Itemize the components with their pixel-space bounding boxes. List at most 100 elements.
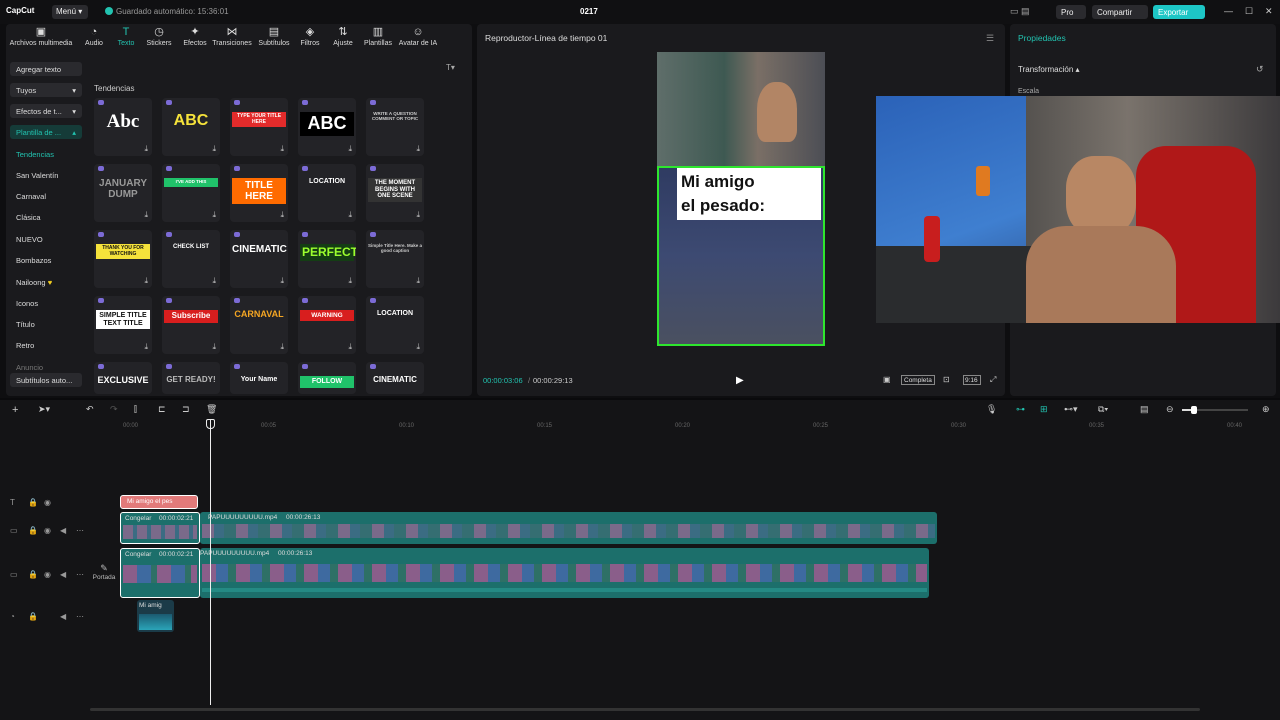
- text-template-tile[interactable]: Your Name: [230, 362, 288, 394]
- tab-stickers[interactable]: ◷ Stickers: [142, 26, 176, 47]
- more-icon[interactable]: ⋯: [76, 570, 84, 579]
- download-icon[interactable]: ⤓: [212, 276, 216, 286]
- export-button[interactable]: Exportar: [1153, 5, 1205, 19]
- sidebar-item-hits[interactable]: Bombazos: [10, 253, 82, 267]
- text-template-tile[interactable]: CINEMATIC: [366, 362, 424, 394]
- sidebar-item-nailoong[interactable]: Nailoong ♥: [10, 275, 82, 289]
- audio-mute-icon[interactable]: ◀: [60, 526, 66, 535]
- tab-text[interactable]: T Texto: [112, 26, 140, 47]
- transform-section[interactable]: Transformación ▴: [1018, 65, 1080, 74]
- split-icon[interactable]: ⫿: [134, 404, 137, 415]
- crop-icon[interactable]: ▣: [883, 375, 891, 384]
- tab-media[interactable]: ▣ Archivos multimedia: [8, 26, 74, 47]
- sidebar-item-valentine[interactable]: San Valentín: [10, 168, 82, 182]
- caption-toggle-icon[interactable]: ▤: [1140, 404, 1149, 415]
- sidebar-item-carnival[interactable]: Carnaval: [10, 189, 82, 203]
- text-template-tile[interactable]: THANK YOU FOR WATCHING ⤓: [94, 230, 152, 288]
- freeze-clip-2[interactable]: Congelar 00:00:02:21: [120, 548, 200, 598]
- audio-mute-icon[interactable]: ◀: [60, 612, 66, 621]
- video-frame[interactable]: Mi amigo el pesado:: [657, 52, 825, 346]
- download-icon[interactable]: ⤓: [280, 342, 284, 352]
- eye-icon[interactable]: ◉: [44, 526, 51, 535]
- text-template-tile[interactable]: TYPE YOUR TITLE HERE ⤓: [230, 98, 288, 156]
- ratio-button[interactable]: Completa: [901, 375, 935, 385]
- text-template-tile[interactable]: CHECK LIST ⤓: [162, 230, 220, 288]
- eye-icon[interactable]: ◉: [44, 570, 51, 579]
- sidebar-item-icons[interactable]: Iconos: [10, 296, 82, 310]
- sidebar-item-title[interactable]: Título: [10, 317, 82, 331]
- sidebar-item-classic[interactable]: Clásica: [10, 210, 82, 224]
- play-icon[interactable]: ▶: [736, 375, 744, 386]
- download-icon[interactable]: ⤓: [348, 276, 352, 286]
- lock-icon[interactable]: 🔒: [28, 498, 38, 507]
- lock-icon[interactable]: 🔒: [28, 526, 38, 535]
- minimize-icon[interactable]: —: [1224, 6, 1233, 16]
- download-icon[interactable]: ⤓: [348, 342, 352, 352]
- download-icon[interactable]: ⤓: [348, 144, 352, 154]
- text-template-tile[interactable]: ABC ⤓: [162, 98, 220, 156]
- text-template-tile[interactable]: I'VE ADD THIS ⤓: [162, 164, 220, 222]
- eye-icon[interactable]: ◉: [44, 498, 51, 507]
- text-template-tile[interactable]: EXCLUSIVE: [94, 362, 152, 394]
- trim-left-icon[interactable]: ⊏: [158, 404, 166, 415]
- sidebar-item-templates[interactable]: Plantilla de ... ▴: [10, 125, 82, 139]
- more-icon[interactable]: ⋯: [76, 526, 84, 535]
- text-template-tile[interactable]: WRITE A QUESTION COMMENT OR TOPIC ⤓: [366, 98, 424, 156]
- text-clip[interactable]: Mi amigo el pes: [120, 495, 198, 509]
- lock-icon[interactable]: 🔒: [28, 612, 38, 621]
- filter-icon[interactable]: T▾: [446, 63, 455, 72]
- text-template-tile[interactable]: SIMPLE TITLE TEXT TITLE ⤓: [94, 296, 152, 354]
- close-icon[interactable]: ✕: [1265, 6, 1273, 17]
- link-icon[interactable]: ⊶: [1016, 404, 1025, 415]
- maximize-icon[interactable]: ☐: [1245, 6, 1253, 17]
- text-template-tile[interactable]: FOLLOW: [298, 362, 356, 394]
- select-tool-icon[interactable]: ➤▾: [38, 404, 50, 415]
- audio-mute-icon[interactable]: ◀: [60, 570, 66, 579]
- share-button[interactable]: Compartir: [1092, 5, 1148, 19]
- zoom-out-icon[interactable]: ⊖: [1166, 404, 1174, 415]
- download-icon[interactable]: ⤓: [212, 342, 216, 352]
- text-template-tile[interactable]: Subscribe ⤓: [162, 296, 220, 354]
- text-template-tile[interactable]: CARNAVAL ⤓: [230, 296, 288, 354]
- add-track-icon[interactable]: +: [12, 404, 18, 416]
- sidebar-item-ad[interactable]: Anuncio: [10, 360, 82, 374]
- text-template-tile[interactable]: Abc ⤓: [94, 98, 152, 156]
- tab-templates[interactable]: ▥ Plantillas: [360, 26, 396, 47]
- download-icon[interactable]: ⤓: [212, 144, 216, 154]
- video-clip-2[interactable]: PAPUUUUUUUUU.mp4 00:00:26:13: [200, 548, 929, 598]
- delete-icon[interactable]: 🗑: [206, 404, 217, 415]
- download-icon[interactable]: ⤓: [144, 210, 148, 220]
- pro-button[interactable]: Pro: [1056, 5, 1086, 19]
- download-icon[interactable]: ⤓: [280, 144, 284, 154]
- menu-button[interactable]: Menú ▾: [52, 5, 88, 19]
- download-icon[interactable]: ⤓: [348, 210, 352, 220]
- freeze-clip-1[interactable]: Congelar 00:00:02:21: [120, 512, 200, 544]
- video-clip-1[interactable]: PAPUUUUUUUUU.mp4 00:00:26:13: [200, 512, 937, 544]
- download-icon[interactable]: ⤓: [144, 342, 148, 352]
- tab-audio[interactable]: ◔ Audio: [78, 26, 110, 47]
- download-icon[interactable]: ⤓: [280, 210, 284, 220]
- trim-right-icon[interactable]: ⊐: [182, 404, 190, 415]
- snap-icon[interactable]: ⧉▾: [1098, 404, 1108, 415]
- text-template-tile[interactable]: WARNING ⤓: [298, 296, 356, 354]
- zoom-in-icon[interactable]: ⊕: [1262, 404, 1270, 415]
- text-template-tile[interactable]: Simple Title Here. Make a good caption ⤓: [366, 230, 424, 288]
- mic-icon[interactable]: 🎙: [986, 404, 997, 415]
- download-icon[interactable]: ⤓: [144, 276, 148, 286]
- sidebar-item-retro[interactable]: Retro: [10, 338, 82, 352]
- sidebar-item-new[interactable]: NUEVO: [10, 232, 82, 246]
- sidebar-item-add-text[interactable]: Agregar texto: [10, 62, 82, 76]
- download-icon[interactable]: ⤓: [416, 210, 420, 220]
- audio-clip[interactable]: Mi amig: [137, 600, 174, 632]
- lock-icon[interactable]: 🔒: [28, 570, 38, 579]
- download-icon[interactable]: ⤓: [416, 276, 420, 286]
- tab-subtitles[interactable]: ▤ Subtítulos: [256, 26, 292, 47]
- playhead[interactable]: [210, 420, 211, 705]
- zoom-slider-handle[interactable]: [1191, 406, 1197, 414]
- menu-icon[interactable]: ☰: [986, 33, 994, 44]
- text-template-tile[interactable]: CINEMATIC ⤓: [230, 230, 288, 288]
- more-icon[interactable]: ⋯: [76, 612, 84, 621]
- magnet-icon[interactable]: ⊞: [1040, 404, 1048, 415]
- reset-icon[interactable]: ↺: [1256, 64, 1264, 75]
- redo-icon[interactable]: ↷: [110, 404, 118, 415]
